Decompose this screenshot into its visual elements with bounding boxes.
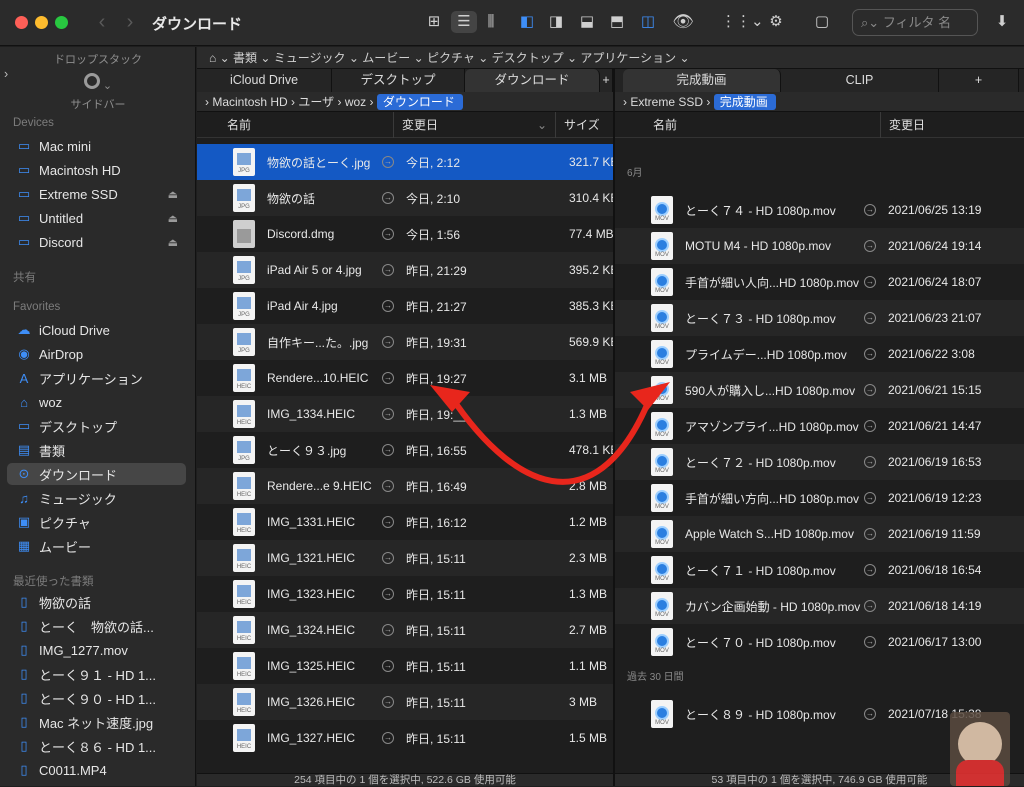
drag-annotation-arrow [430,382,670,485]
finder-window: ‹ › ダウンロード ⊞ ☰ ⫼ ◧ ◨ ⬓ ⬒ ◫ 👁 ⋮⋮⌄ ⚙ ▢ ⌕⌄ … [0,0,1024,786]
avatar-watermark [950,712,1010,786]
